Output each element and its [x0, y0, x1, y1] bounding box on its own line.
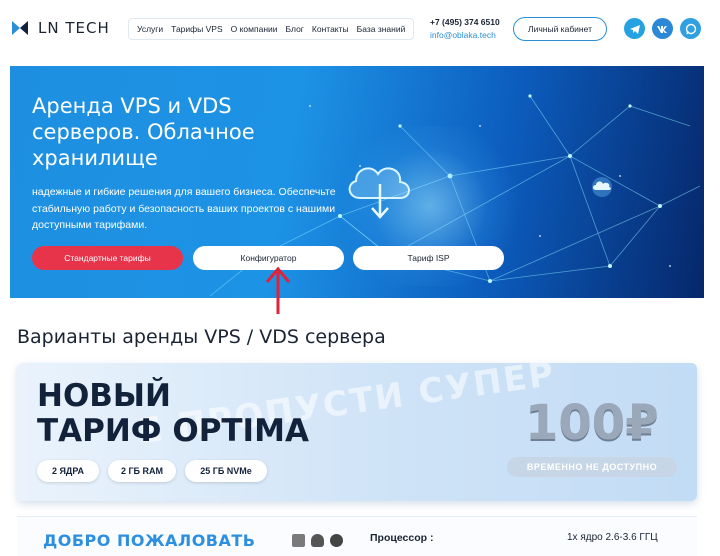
isp-tariff-button[interactable]: Тариф ISP: [353, 246, 504, 270]
main-nav: Услуги Тарифы VPS О компании Блог Контак…: [128, 18, 415, 40]
status-badge: ВРЕМЕННО НЕ ДОСТУПНО: [507, 457, 677, 477]
logo-icon: [12, 21, 28, 35]
small-cloud-icon: [592, 177, 612, 197]
promo-title-line2: ТАРИФ OPTIMA: [37, 413, 309, 449]
nav-item-services[interactable]: Услуги: [133, 24, 167, 34]
windows-icon: [292, 534, 305, 547]
section-title: Варианты аренды VPS / VDS сервера: [17, 326, 386, 348]
promo-banner[interactable]: Е ПРОПУСТИ СУПЕР НОВЫЙ ТАРИФ OPTIMA 2 ЯД…: [17, 363, 697, 501]
os-icons: [292, 534, 343, 547]
hero-banner: Аренда VPS и VDS серверов. Облачное хран…: [10, 66, 704, 298]
site-header: LN TECH Услуги Тарифы VPS О компании Бло…: [0, 0, 720, 60]
hero-subtitle: надежные и гибкие решения для вашего биз…: [32, 186, 336, 231]
hero-title: Аренда VPS и VDS серверов. Облачное хран…: [32, 94, 255, 170]
phone-link[interactable]: +7 (495) 374 6510: [430, 17, 500, 27]
logo[interactable]: LN TECH: [10, 18, 110, 38]
arrow-up-icon: [265, 266, 291, 314]
welcome-title: ДОБРО ПОЖАЛОВАТЬ: [43, 531, 256, 550]
whatsapp-icon[interactable]: [680, 18, 701, 39]
nav-item-knowledge-base[interactable]: База знаний: [353, 24, 410, 34]
telegram-icon[interactable]: [624, 18, 645, 39]
contacts: +7 (495) 374 6510 info@oblaka.tech: [430, 17, 500, 40]
nav-item-contacts[interactable]: Контакты: [308, 24, 353, 34]
tariff-card: ДОБРО ПОЖАЛОВАТЬ Процессор : 1х ядро 2.6…: [17, 516, 697, 556]
email-link[interactable]: info@oblaka.tech: [430, 30, 500, 40]
nav-item-about[interactable]: О компании: [227, 24, 282, 34]
linux-icon: [311, 534, 324, 547]
cpu-value: 1х ядро 2.6-3.6 ГГЦ: [567, 532, 658, 543]
standard-tariffs-button[interactable]: Стандартные тарифы: [32, 246, 183, 270]
promo-title: НОВЫЙ ТАРИФ OPTIMA: [37, 379, 309, 449]
nav-item-blog[interactable]: Блог: [282, 24, 308, 34]
spec-ram: 2 ГБ RAM: [108, 460, 176, 482]
spec-cores: 2 ЯДРА: [37, 460, 99, 482]
bsd-icon: [330, 534, 343, 547]
spec-storage: 25 ГБ NVMe: [185, 460, 267, 482]
personal-account-button[interactable]: Личный кабинет: [513, 17, 607, 41]
nav-item-vps-tariffs[interactable]: Тарифы VPS: [167, 24, 227, 34]
cpu-label: Процессор :: [370, 532, 434, 544]
vk-icon[interactable]: [652, 18, 673, 39]
promo-price: 100₽: [525, 395, 659, 451]
logo-text: LN TECH: [38, 19, 110, 37]
promo-title-line1: НОВЫЙ: [37, 378, 171, 414]
